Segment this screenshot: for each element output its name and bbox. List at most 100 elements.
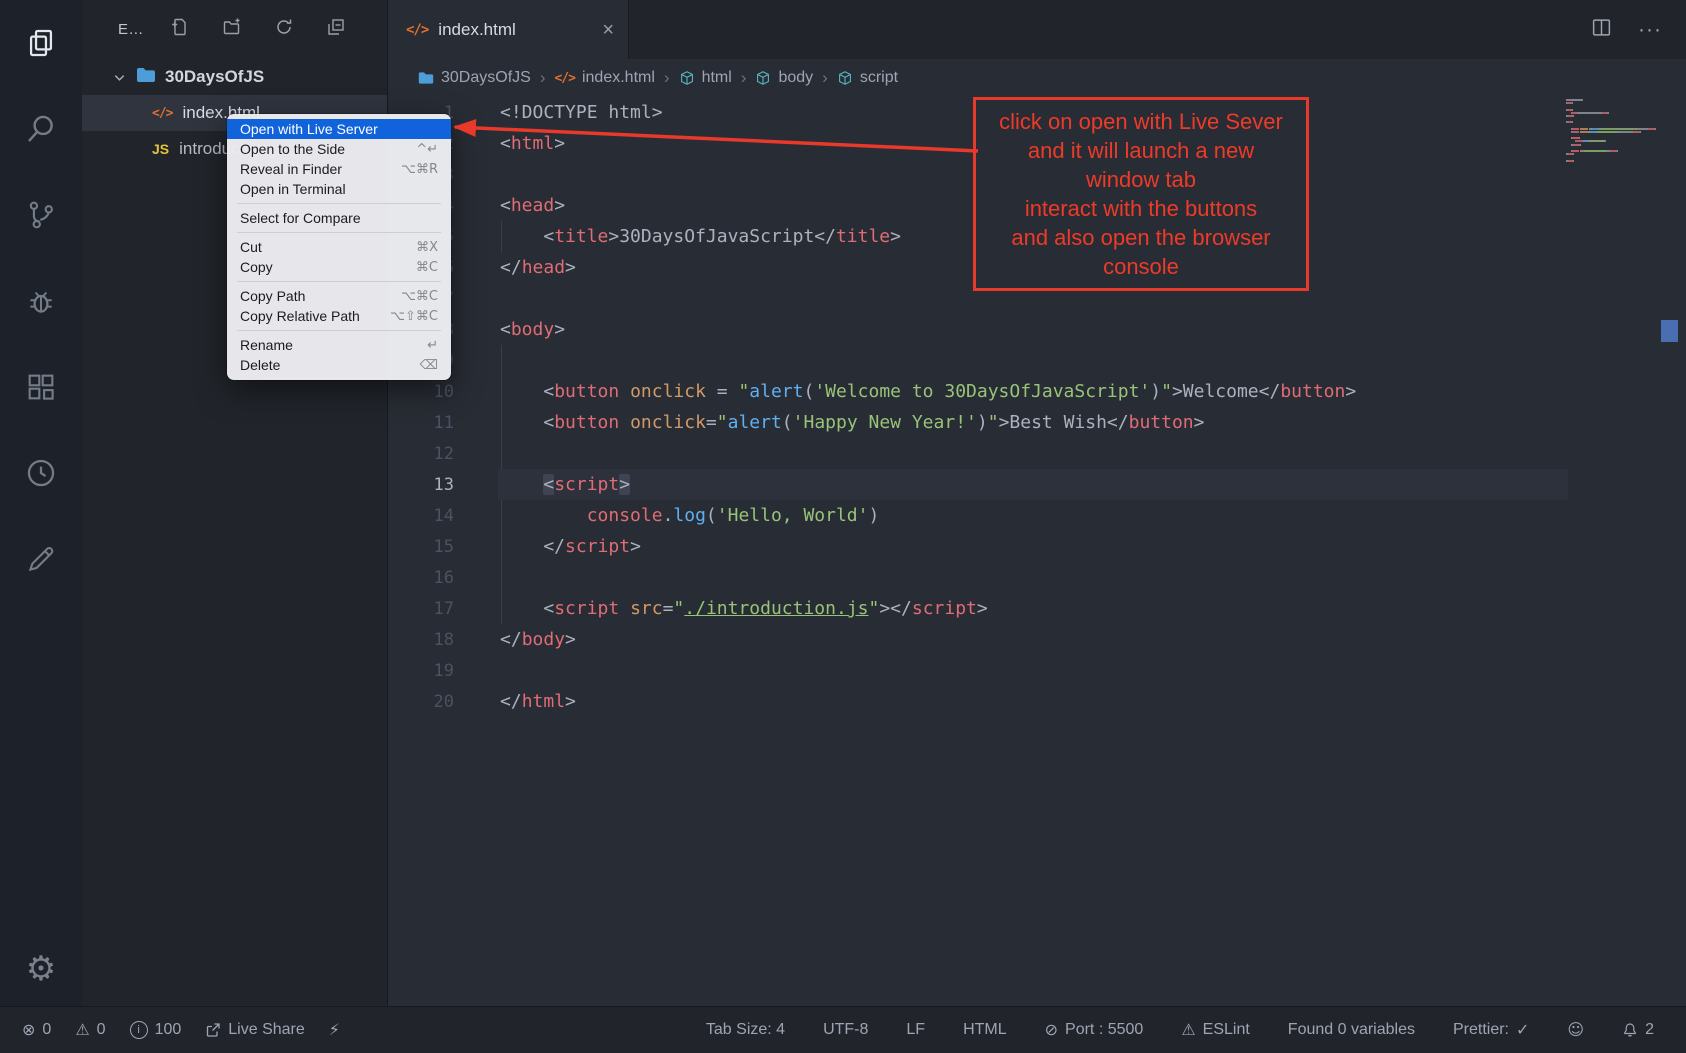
line-content: console.log('Hello, World') — [500, 505, 879, 526]
code-line-17[interactable]: 17 <script src="./introduction.js"></scr… — [388, 593, 1686, 624]
code-line-15[interactable]: 15 </script> — [388, 531, 1686, 562]
folder-label: 30DaysOfJS — [165, 67, 264, 87]
refresh-icon[interactable] — [274, 17, 294, 42]
new-file-icon[interactable] — [170, 17, 190, 42]
explorer-icon[interactable] — [0, 0, 82, 86]
split-editor-icon[interactable] — [1591, 17, 1612, 43]
tab-bar: </> index.html × ··· — [388, 0, 1686, 59]
status-bar: ⊗0 ⚠0 i100 Live Share ⚡ Tab Size: 4 UTF-8 LF HT… — [0, 1006, 1686, 1053]
tab-index-html[interactable]: </> index.html × — [388, 0, 629, 59]
line-content: </head> — [500, 257, 576, 278]
debug-icon[interactable] — [0, 258, 82, 344]
breadcrumb-item-30daysofjs[interactable]: 30DaysOfJS — [418, 69, 531, 87]
annotation-line: and also open the browser — [978, 223, 1304, 252]
status-html[interactable]: HTML — [963, 1021, 1007, 1039]
line-content: <button onclick = "alert('Welcome to 30D… — [500, 381, 1356, 402]
status-lightning-icon[interactable]: ⚡ — [329, 1022, 340, 1038]
status-found-0-variables[interactable]: Found 0 variables — [1288, 1021, 1415, 1039]
code-line-11[interactable]: 11 <button onclick="alert('Happy New Yea… — [388, 407, 1686, 438]
menu-item-reveal-in-finder[interactable]: Reveal in Finder⌥⌘R — [227, 159, 451, 179]
code-line-10[interactable]: 10 <button onclick = "alert('Welcome to … — [388, 376, 1686, 407]
folder-icon — [136, 67, 156, 88]
menu-item-select-for-compare[interactable]: Select for Compare — [227, 208, 451, 228]
breadcrumb-item-html[interactable]: html — [679, 69, 732, 87]
tab-close-icon[interactable]: × — [602, 20, 614, 40]
code-line-16[interactable]: 16 — [388, 562, 1686, 593]
code-line-9[interactable]: 9 — [388, 345, 1686, 376]
status-utf-8[interactable]: UTF-8 — [823, 1021, 868, 1039]
status-smiley-icon[interactable]: ☺ — [1567, 1022, 1584, 1038]
overview-ruler-marker — [1661, 320, 1678, 342]
line-number: 13 — [388, 475, 454, 495]
explorer-header: E… — [82, 0, 387, 59]
status-tab-size-4[interactable]: Tab Size: 4 — [706, 1021, 785, 1039]
menu-separator — [237, 330, 441, 331]
status-2[interactable]: 2 — [1622, 1021, 1654, 1039]
line-content: <title>30DaysOfJavaScript</title> — [500, 226, 901, 247]
menu-separator — [237, 203, 441, 204]
folder-item-30daysofjs[interactable]: 30DaysOfJS — [82, 59, 387, 95]
menu-item-copy-relative-path[interactable]: Copy Relative Path⌥⇧⌘C — [227, 306, 451, 326]
menu-item-copy[interactable]: Copy⌘C — [227, 257, 451, 277]
new-folder-icon[interactable] — [222, 17, 242, 42]
line-content: <script> — [500, 474, 630, 495]
line-content: <html> — [500, 133, 565, 154]
code-line-12[interactable]: 12 — [388, 438, 1686, 469]
source-control-icon[interactable] — [0, 172, 82, 258]
html-file-icon: </> — [406, 22, 428, 38]
breadcrumb-item-script[interactable]: script — [837, 69, 898, 87]
breadcrumb-item-index-html[interactable]: </>index.html — [554, 69, 654, 87]
line-number: 10 — [388, 382, 454, 402]
menu-item-open-with-live-server[interactable]: Open with Live Server — [227, 119, 451, 139]
status-0[interactable]: ⚠0 — [75, 1021, 105, 1039]
menu-item-rename[interactable]: Rename↵ — [227, 335, 451, 355]
menu-item-delete[interactable]: Delete⌫ — [227, 355, 451, 375]
search-icon[interactable] — [0, 86, 82, 172]
more-actions-icon[interactable]: ··· — [1638, 18, 1662, 42]
line-number: 20 — [388, 692, 454, 712]
annotation-line: interact with the buttons — [978, 194, 1304, 223]
annotation-line: console — [978, 252, 1304, 281]
status-0[interactable]: ⊗0 — [22, 1021, 51, 1039]
extensions-icon[interactable] — [0, 344, 82, 430]
line-content: <button onclick="alert('Happy New Year!'… — [500, 412, 1204, 433]
code-line-18[interactable]: 18</body> — [388, 624, 1686, 655]
annotation-line: and it will launch a new — [978, 136, 1304, 165]
menu-item-cut[interactable]: Cut⌘X — [227, 237, 451, 257]
line-content: <head> — [500, 195, 565, 216]
pen-icon[interactable] — [0, 516, 82, 602]
line-number: 19 — [388, 661, 454, 681]
line-number: 16 — [388, 568, 454, 588]
line-number: 15 — [388, 537, 454, 557]
status-live-share[interactable]: Live Share — [205, 1021, 305, 1039]
menu-item-copy-path[interactable]: Copy Path⌥⌘C — [227, 286, 451, 306]
status-port-5500[interactable]: ⊘Port : 5500 — [1045, 1021, 1144, 1039]
status-100[interactable]: i100 — [130, 1021, 182, 1039]
status-prettier[interactable]: Prettier:✓ — [1453, 1021, 1529, 1039]
vscode-window: ⚙ E… 30DaysOfJS </>index.htmlJSintroduct… — [0, 0, 1686, 1053]
code-line-13[interactable]: 13 <script> — [388, 469, 1686, 500]
status-eslint[interactable]: ⚠ESLint — [1181, 1021, 1249, 1039]
annotation-line: click on open with Live Sever — [978, 107, 1304, 136]
minimap[interactable] — [1566, 99, 1656, 163]
line-content: </html> — [500, 691, 576, 712]
breadcrumb-separator: › — [822, 68, 828, 88]
code-line-14[interactable]: 14 console.log('Hello, World') — [388, 500, 1686, 531]
explorer-title: E… — [118, 21, 144, 38]
tab-label: index.html — [438, 20, 515, 40]
menu-item-open-in-terminal[interactable]: Open in Terminal — [227, 179, 451, 199]
collapse-all-icon[interactable] — [326, 17, 346, 42]
line-number: 18 — [388, 630, 454, 650]
code-line-19[interactable]: 19 — [388, 655, 1686, 686]
code-line-8[interactable]: 8<body> — [388, 314, 1686, 345]
status-lf[interactable]: LF — [906, 1021, 925, 1039]
line-content: <body> — [500, 319, 565, 340]
breadcrumb: 30DaysOfJS›</>index.html›html›body›scrip… — [388, 59, 1686, 97]
code-line-20[interactable]: 20 </html> — [388, 686, 1686, 717]
menu-item-open-to-the-side[interactable]: Open to the Side^↵ — [227, 139, 451, 159]
settings-gear-icon[interactable]: ⚙ — [0, 939, 82, 999]
line-number: 12 — [388, 444, 454, 464]
clock-icon[interactable] — [0, 430, 82, 516]
line-content: <!DOCTYPE html> — [500, 102, 663, 123]
breadcrumb-item-body[interactable]: body — [755, 69, 813, 87]
